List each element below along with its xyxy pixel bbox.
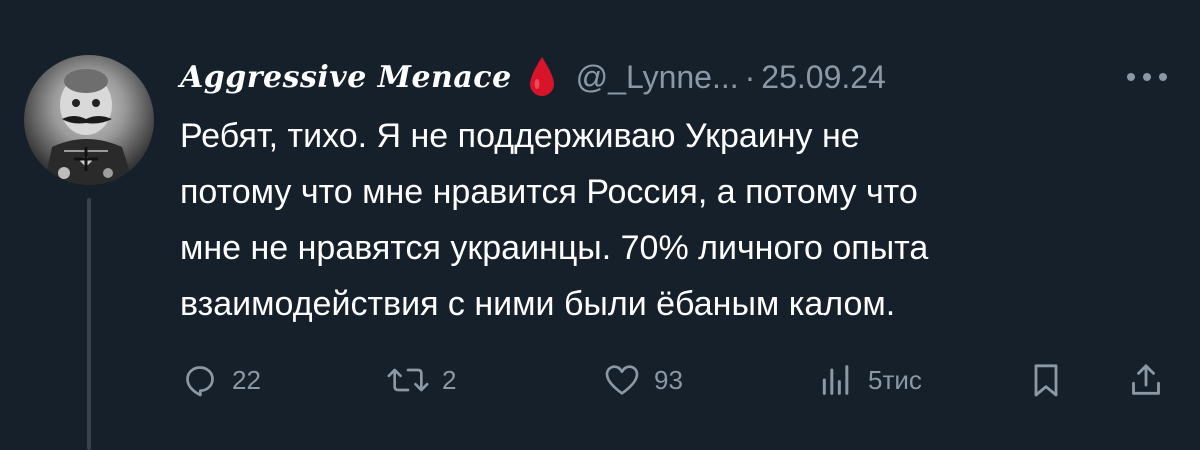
share-icon <box>1132 364 1160 395</box>
tweet-text: Ребят, тихо. Я не поддерживаю Украину не… <box>180 117 929 323</box>
avatar[interactable] <box>24 55 154 185</box>
repost-icon <box>387 368 429 392</box>
user-handle[interactable]: @_Lynne... <box>576 59 739 96</box>
bookmark-icon <box>1034 364 1058 397</box>
views-count: 5тис <box>868 364 922 395</box>
reply-button[interactable]: 22 <box>180 352 261 408</box>
share-button[interactable] <box>1126 352 1166 408</box>
like-count: 93 <box>654 364 683 395</box>
display-name[interactable]: Aggressive Menace <box>180 60 512 95</box>
tweet-header: Aggressive Menace @_Lynne... · 25.09.24 <box>180 52 886 102</box>
reply-bubble-icon <box>186 366 214 397</box>
separator-dot: · <box>744 58 756 95</box>
thread-line <box>87 198 91 450</box>
avatar-portrait <box>44 69 134 185</box>
bookmark-button[interactable] <box>1026 352 1066 408</box>
views-chart-icon <box>822 365 849 395</box>
like-button[interactable]: 93 <box>602 352 683 408</box>
tweet[interactable]: Aggressive Menace @_Lynne... · 25.09.24 … <box>0 0 1200 450</box>
repost-count: 2 <box>442 364 457 395</box>
heart-icon <box>605 365 639 395</box>
views-button[interactable]: 5тис <box>816 352 922 408</box>
tweet-date[interactable]: 25.09.24 <box>761 59 886 96</box>
action-bar: 22 2 93 5тис <box>180 352 1180 408</box>
blood-drop-icon <box>526 55 558 99</box>
repost-button[interactable]: 2 <box>386 352 456 408</box>
reply-count: 22 <box>232 364 261 395</box>
more-button[interactable] <box>1122 60 1172 94</box>
more-dots-icon <box>1127 73 1167 81</box>
